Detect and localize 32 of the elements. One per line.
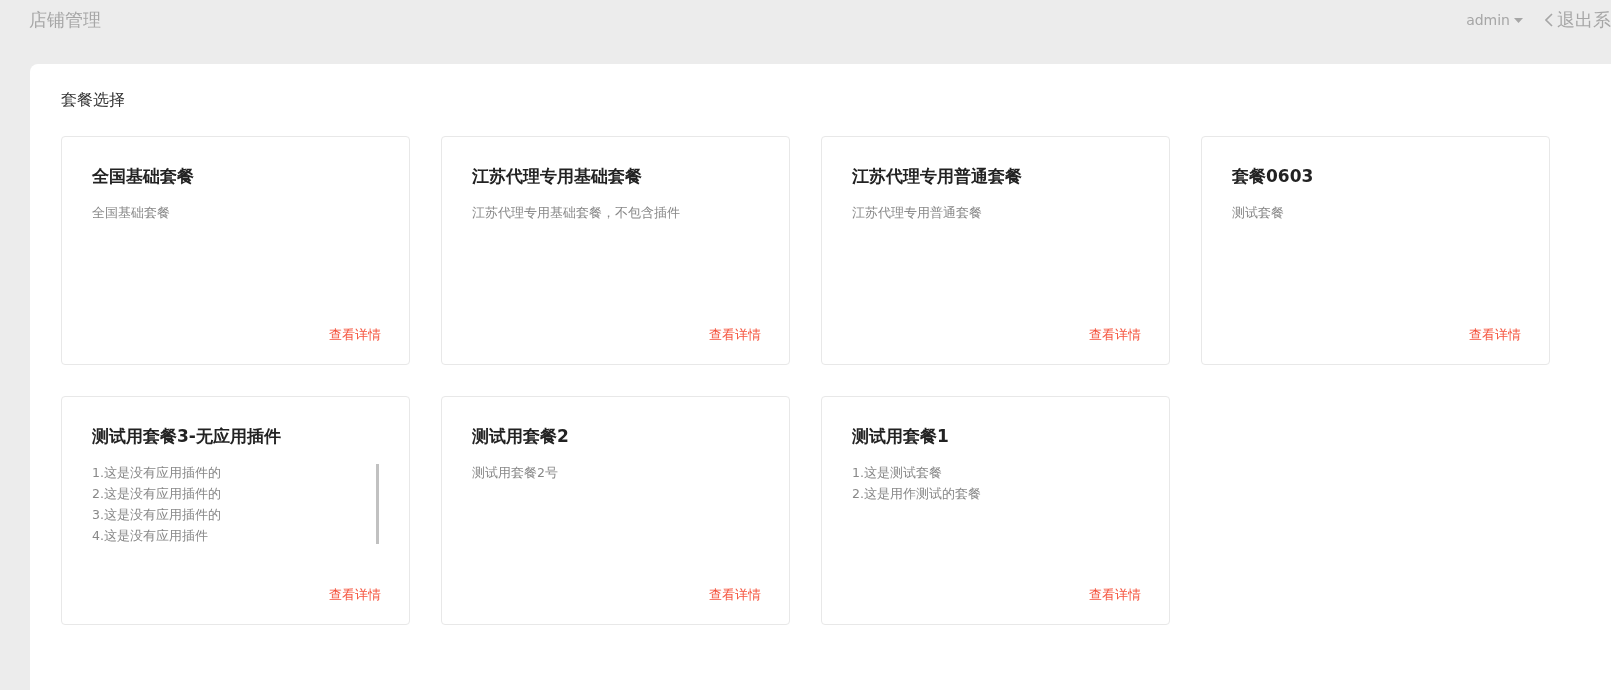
package-description: 1.这是测试套餐 [852,464,943,482]
user-menu[interactable]: admin [1466,12,1523,28]
package-name: 江苏代理专用基础套餐 [472,165,643,188]
page-title: 店铺管理 [29,8,102,32]
logout-button[interactable]: 退出系 [1545,8,1611,32]
package-description: 测试用套餐2号 [472,464,559,482]
scrollbar[interactable] [376,464,379,544]
package-description: 江苏代理专用基础套餐，不包含插件 [472,204,681,222]
package-name: 测试用套餐3-无应用插件 [92,425,282,448]
details-link[interactable]: 查看详情 [709,587,761,604]
details-link[interactable]: 查看详情 [1469,327,1521,344]
package-name: 测试用套餐1 [852,425,950,448]
package-description: 2.这是没有应用插件的 [92,485,222,503]
package-name: 全国基础套餐 [92,165,195,188]
package-description: 江苏代理专用普通套餐 [852,204,983,222]
chevron-left-icon [1545,13,1553,27]
package-description: 3.这是没有应用插件的 [92,506,222,524]
package-name: 套餐0603 [1232,165,1315,188]
details-link[interactable]: 查看详情 [1089,327,1141,344]
details-link[interactable]: 查看详情 [1089,587,1141,604]
details-link[interactable]: 查看详情 [329,327,381,344]
package-description: 1.这是没有应用插件的 [92,464,222,482]
details-link[interactable]: 查看详情 [329,587,381,604]
package-description: 全国基础套餐 [92,204,171,222]
package-description: 2.这是用作测试的套餐 [852,485,982,503]
caret-icon [1514,17,1523,23]
package-description: 测试套餐 [1232,204,1285,222]
details-link[interactable]: 查看详情 [709,327,761,344]
package-description: 4.这是没有应用插件 [92,527,209,545]
section-title: 套餐选择 [61,90,126,111]
package-name: 江苏代理专用普通套餐 [852,165,1023,188]
package-name: 测试用套餐2 [472,425,570,448]
